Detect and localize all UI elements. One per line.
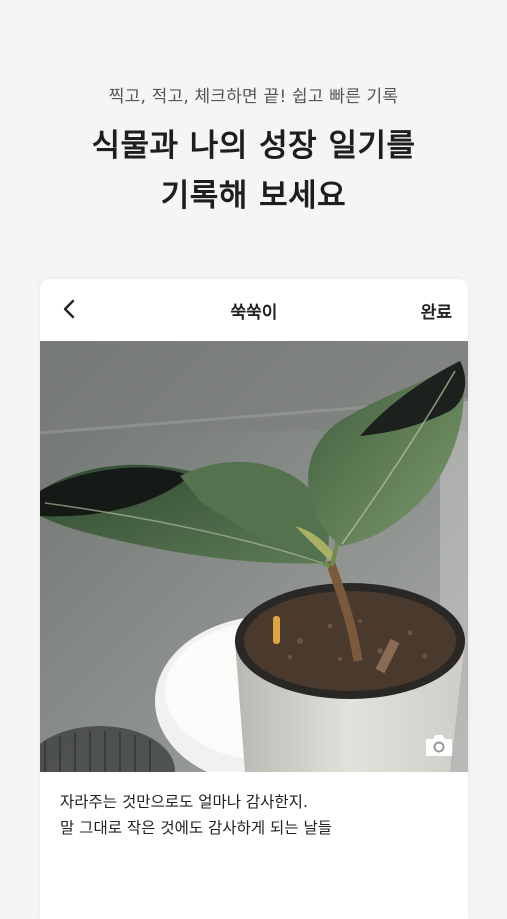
plant-photo[interactable] (40, 341, 468, 772)
app-header: 쑥쑥이 완료 (40, 279, 468, 341)
plant-photo-image (40, 341, 468, 772)
caption-line1: 자라주는 것만으로도 얼마나 감사한지. (60, 793, 308, 811)
diary-caption: 자라주는 것만으로도 얼마나 감사한지. 말 그대로 작은 것에도 감사하게 되… (60, 789, 450, 841)
phone-screen-card: 쑥쑥이 완료 자라주는 것만으로도 얼마나 감사한지. 말 그대로 작은 것에도… (40, 279, 468, 919)
camera-icon (426, 735, 452, 756)
camera-button[interactable] (424, 732, 454, 758)
plant-name-title: 쑥쑥이 (230, 303, 278, 323)
promo-title-line1: 식물과 나의 성장 일기를 (91, 128, 416, 164)
promo-title-line2: 기록해 보세요 (160, 178, 347, 214)
done-button[interactable]: 완료 (421, 298, 452, 323)
promo-subtitle: 찍고, 적고, 체크하면 끝! 쉽고 빠른 기록 (108, 87, 399, 107)
caption-line2: 말 그대로 작은 것에도 감사하게 되는 날들 (60, 819, 332, 837)
